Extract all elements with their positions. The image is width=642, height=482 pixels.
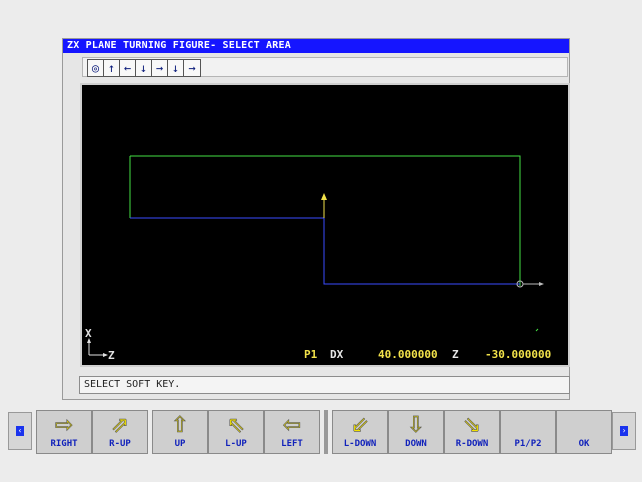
softkey-label: DOWN [405,439,427,449]
softkey-r-up[interactable]: ⇗ R-UP [92,410,148,454]
graphics-display[interactable]: X Z P1 DX 40.000000 Z -30.000000 [80,83,570,367]
figure-canvas: X Z [85,155,544,362]
arrow-right-icon[interactable]: → [184,60,200,76]
arrow-up-left-icon-glyph: ⇖ [226,413,246,438]
arrow-down-right-icon-glyph: ⇘ [462,413,482,438]
softkey-l-down[interactable]: ⇙ L-DOWN [332,410,388,454]
readout-dx-value: 40.000000 [378,348,438,361]
direction-arrow-head [539,282,544,286]
axis-z-label: Z [108,349,115,362]
arrow-left-icon[interactable]: ← [120,60,136,76]
softkey-bar: ‹ ⇨ RIGHT ⇗ R-UP ⇧ UP ⇖ L-UP ⇦ LEFT ⇙ L-DOWN ⇩ DOWN ⇘ R… [6,410,638,454]
softkey-l-up[interactable]: ⇖ L-UP [208,410,264,454]
cursor-arrow-head [321,193,327,200]
softkey-label: UP [174,439,186,449]
softkey-label: R-DOWN [455,439,489,449]
arrow-right-icon-glyph: ⇨ [54,413,74,438]
arrow-up-left-icon: ⇖ [209,413,263,438]
softkey-label: LEFT [281,439,303,449]
readout-dx-label: DX [330,348,344,361]
arrow-left-icon: ⇦ [265,413,319,438]
arrow-down-icon[interactable]: ↓ [168,60,184,76]
softkey-label: P1/P2 [514,439,542,449]
softkey-down[interactable]: ⇩ DOWN [388,410,444,454]
softkey-label: L-UP [225,439,247,449]
window-title: ZX PLANE TURNING FIGURE- SELECT AREA [63,39,569,53]
arrow-right-icon: ⇨ [37,413,91,438]
softkey-p1-p2[interactable]: P1/P2 [500,410,556,454]
arrow-down-icon[interactable]: ↓ [136,60,152,76]
axis-x-label: X [85,327,92,340]
softkey-label: R-UP [109,439,131,449]
figure-toolbar: ◎ ↑ ← ↓ → ↓ → [82,57,568,77]
readout-z-value: -30.000000 [485,348,552,361]
next-page-button[interactable]: › [612,412,636,450]
arrow-down-left-icon: ⇙ [333,413,387,438]
arrow-up-icon[interactable]: ↑ [104,60,120,76]
arrow-up-right-icon: ⇗ [93,413,147,438]
readout-z-label: Z [452,348,459,361]
arrow-up-icon-glyph: ⇧ [170,413,190,438]
softkey-label: OK [578,439,590,449]
readout-point: P1 [304,348,318,361]
softkey-r-down[interactable]: ⇘ R-DOWN [444,410,500,454]
softkey-up[interactable]: ⇧ UP [152,410,208,454]
arrow-right-icon[interactable]: → [152,60,168,76]
status-message: SELECT SOFT KEY. [79,376,570,394]
target-icon[interactable]: ◎ [88,60,104,76]
arrow-down-left-icon-glyph: ⇙ [350,413,370,438]
arrow-down-icon-glyph: ⇩ [406,413,426,438]
softkey-label: L-DOWN [343,439,377,449]
profile-outline [130,155,521,286]
turning-figure-window: ZX PLANE TURNING FIGURE- SELECT AREA ◎ ↑ ←… [62,38,570,400]
arrow-up-right-icon-glyph: ⇗ [110,413,130,438]
prev-page-button[interactable]: ‹ [8,412,32,450]
selected-path [130,217,520,285]
arrow-up-icon: ⇧ [153,413,207,438]
arrow-left-icon-glyph: ⇦ [282,413,302,438]
chevron-right-icon: › [620,426,628,436]
softkey-group-divider [324,410,328,454]
softkey-label: RIGHT [50,439,78,449]
origin-tick [535,328,539,332]
arrow-down-right-icon: ⇘ [445,413,499,438]
arrow-down-icon: ⇩ [389,413,443,438]
softkey-ok[interactable]: OK [556,410,612,454]
toolbar-icon-group: ◎ ↑ ← ↓ → ↓ → [87,59,201,77]
softkey-left[interactable]: ⇦ LEFT [264,410,320,454]
chevron-left-icon: ‹ [16,426,24,436]
softkey-right[interactable]: ⇨ RIGHT [36,410,92,454]
